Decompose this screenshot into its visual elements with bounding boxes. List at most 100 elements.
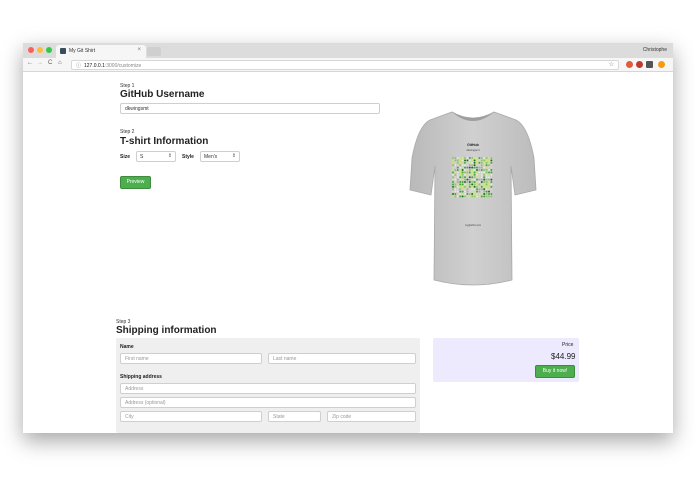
- contribution-dot: [473, 181, 476, 183]
- contribution-dot: [464, 185, 466, 188]
- tab-title: My Git Shirt: [69, 48, 96, 54]
- minimize-window-button[interactable]: [37, 47, 43, 53]
- contribution-dot: [468, 176, 471, 179]
- buy-now-button[interactable]: Buy it now!: [535, 365, 575, 378]
- contribution-dot: [488, 161, 490, 164]
- forward-arrow-icon[interactable]: →: [37, 60, 43, 66]
- profile-name[interactable]: Christophe: [643, 47, 667, 53]
- contribution-dot: [459, 190, 462, 193]
- contribution-dot: [464, 157, 466, 159]
- style-select[interactable]: Men's ⇕: [200, 151, 240, 162]
- info-icon[interactable]: ⓘ: [76, 62, 81, 69]
- contribution-dot: [466, 190, 469, 193]
- contribution-dot: [461, 178, 464, 181]
- contribution-dot: [485, 181, 488, 183]
- contribution-dot: [476, 166, 478, 169]
- tshirt-preview: GitHub dkwingsmt mygitshirt.com: [408, 108, 538, 296]
- contribution-dot: [459, 193, 462, 195]
- contribution-dot: [468, 195, 471, 198]
- contribution-dot: [468, 193, 471, 195]
- tab-close-icon[interactable]: ×: [137, 47, 141, 53]
- contribution-dot: [485, 161, 488, 164]
- contribution-dot: [483, 157, 486, 159]
- contribution-dot: [466, 161, 469, 164]
- address-input[interactable]: Address: [120, 383, 416, 394]
- extension-shield-icon[interactable]: [626, 61, 633, 68]
- maximize-window-button[interactable]: [46, 47, 52, 53]
- first-name-input[interactable]: First name: [120, 353, 262, 364]
- contribution-dot: [464, 169, 466, 171]
- contribution-dot: [461, 183, 464, 186]
- contribution-dot: [461, 157, 464, 159]
- shirt-title: GitHub: [467, 143, 479, 147]
- contribution-dot: [490, 188, 493, 191]
- extension-orange-icon[interactable]: [658, 61, 665, 68]
- contribution-dot: [476, 169, 478, 171]
- address-optional-input[interactable]: Address (optional): [120, 397, 416, 408]
- contribution-dot: [480, 166, 483, 169]
- contribution-dot: [452, 169, 454, 171]
- contribution-dot: [478, 161, 481, 164]
- contribution-dot: [464, 159, 466, 162]
- contribution-dot: [468, 157, 471, 159]
- contribution-dot: [452, 171, 454, 174]
- contribution-dot: [468, 190, 471, 193]
- contribution-dot: [471, 181, 474, 183]
- reload-icon[interactable]: C: [48, 60, 52, 66]
- tab-my-git-shirt[interactable]: My Git Shirt ×: [56, 45, 146, 58]
- preview-button[interactable]: Preview: [120, 176, 151, 189]
- contribution-dot: [488, 166, 490, 169]
- extension-window-icon[interactable]: [646, 61, 653, 68]
- contribution-dot: [480, 173, 483, 176]
- contribution-dot: [478, 176, 481, 179]
- contribution-dot: [478, 157, 481, 159]
- contribution-dot: [476, 188, 478, 191]
- contribution-dot: [473, 173, 476, 176]
- size-select[interactable]: S ⇕: [136, 151, 176, 162]
- contribution-dot: [483, 190, 486, 193]
- contribution-dot: [454, 159, 457, 162]
- tshirt-shape: [409, 111, 537, 286]
- contribution-dot: [488, 185, 490, 188]
- contribution-dot: [466, 183, 469, 186]
- contribution-dot: [464, 176, 466, 179]
- contribution-dot: [478, 193, 481, 195]
- last-name-input[interactable]: Last name: [268, 353, 416, 364]
- contribution-dot: [483, 193, 486, 195]
- contribution-dot: [454, 176, 457, 179]
- city-input[interactable]: City: [120, 411, 262, 422]
- contribution-dot: [456, 183, 459, 186]
- contribution-dot: [454, 173, 457, 176]
- close-window-button[interactable]: [28, 47, 34, 53]
- contribution-dot: [466, 173, 469, 176]
- state-input[interactable]: State: [268, 411, 321, 422]
- contribution-dot: [483, 161, 486, 164]
- contribution-dot: [473, 193, 476, 195]
- contribution-dot: [480, 181, 483, 183]
- contribution-dot: [464, 188, 466, 191]
- home-icon[interactable]: ⌂: [58, 60, 62, 66]
- contribution-dot: [461, 188, 464, 191]
- contribution-dot: [483, 169, 486, 171]
- contribution-dot: [483, 178, 486, 181]
- back-arrow-icon[interactable]: ←: [27, 60, 33, 66]
- contribution-dot: [464, 164, 466, 167]
- extension-pocket-icon[interactable]: [636, 61, 643, 68]
- new-tab-button[interactable]: [147, 47, 161, 56]
- contribution-dot: [471, 188, 474, 191]
- contribution-dot: [454, 185, 457, 188]
- step3-heading: Shipping information: [116, 325, 217, 336]
- contribution-dot: [488, 183, 490, 186]
- contribution-dot: [476, 173, 478, 176]
- zip-code-input[interactable]: Zip code: [327, 411, 416, 422]
- contribution-dot: [456, 159, 459, 162]
- contribution-dot: [461, 171, 464, 174]
- contribution-dot: [464, 166, 466, 169]
- contribution-dot: [461, 181, 464, 183]
- contribution-dot: [488, 178, 490, 181]
- bookmark-star-icon[interactable]: ☆: [609, 61, 614, 68]
- contribution-dot: [473, 159, 476, 162]
- address-bar[interactable]: ⓘ 127.0.0.1:3000/customize ☆: [71, 60, 619, 70]
- contribution-dot: [464, 193, 466, 195]
- github-username-input[interactable]: dkwingsmt: [120, 103, 380, 114]
